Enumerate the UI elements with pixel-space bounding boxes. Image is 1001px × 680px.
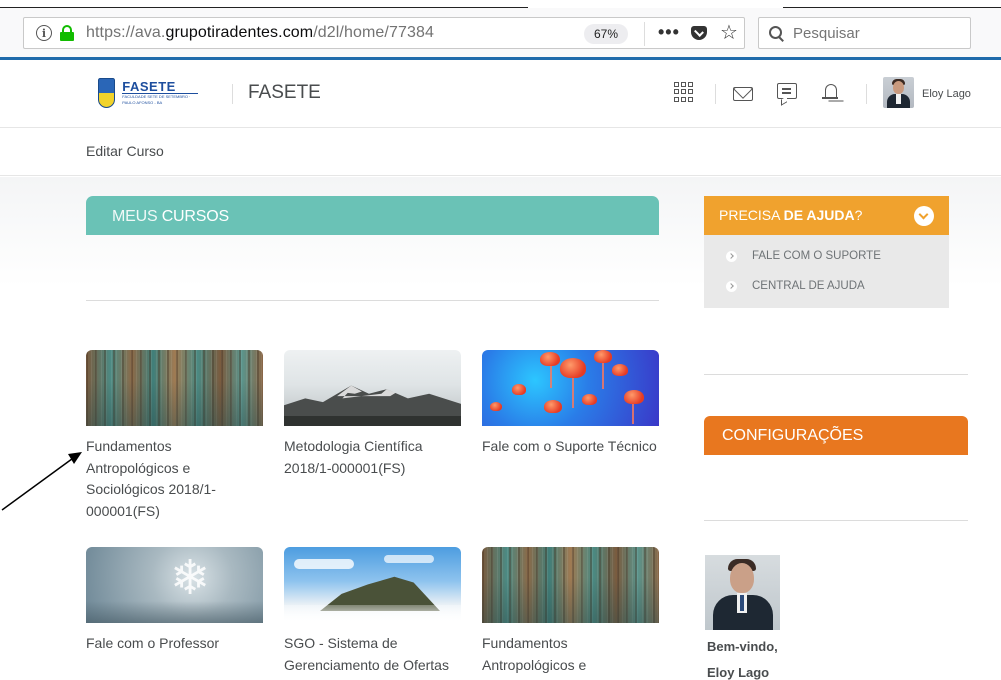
settings-widget-header[interactable]: CONFIGURAÇÕES (704, 416, 968, 455)
chevron-down-icon[interactable] (914, 206, 934, 226)
course-tile[interactable]: SGO - Sistema de Gerenciamento de Oferta… (284, 547, 461, 676)
logo-name: FASETE (122, 80, 198, 94)
help-link-support[interactable]: FALE COM O SUPORTE (726, 250, 881, 262)
toolbar-separator (644, 22, 645, 46)
chevron-right-icon (726, 250, 737, 262)
bookmark-star-icon[interactable]: ☆ (720, 20, 738, 45)
mail-icon[interactable] (733, 87, 753, 101)
welcome-text: Bem-vindo, Eloy Lago (707, 639, 778, 680)
course-title[interactable]: Fale com o Professor (86, 633, 263, 655)
lock-icon[interactable] (60, 25, 74, 41)
course-image[interactable] (284, 547, 461, 623)
course-title[interactable]: Fundamentos Antropológicos e Sociológico… (482, 633, 659, 680)
course-title[interactable]: Fale com o Suporte Técnico (482, 436, 659, 458)
fasete-logo[interactable]: FASETE FACULDADE SETE DE SETEMBRO · PAUL… (98, 77, 198, 109)
divider (704, 374, 968, 375)
search-icon (769, 26, 783, 40)
course-tile[interactable]: Metodologia Científica 2018/1-000001(FS) (284, 350, 461, 479)
chat-icon[interactable] (777, 83, 797, 99)
divider (704, 520, 968, 521)
avatar[interactable] (883, 77, 914, 108)
browser-toolbar: i https://ava.grupotiradentes.com/d2l/ho… (0, 8, 1001, 58)
user-menu-name[interactable]: Eloy Lago (922, 88, 971, 100)
profile-avatar[interactable] (705, 555, 780, 630)
course-title[interactable]: Metodologia Científica 2018/1-000001(FS) (284, 436, 461, 479)
zoom-indicator[interactable]: 67% (584, 24, 629, 44)
info-icon[interactable]: i (36, 25, 52, 41)
page-actions-icon[interactable]: ••• (658, 22, 680, 43)
course-image[interactable]: ❄ (86, 547, 263, 623)
bell-icon[interactable] (822, 82, 840, 102)
course-selector-grid-icon[interactable] (674, 82, 694, 102)
browser-search-box[interactable] (758, 17, 971, 49)
help-header[interactable]: PRECISA DE AJUDA? (704, 196, 949, 235)
org-name[interactable]: FASETE (248, 82, 321, 104)
address-bar[interactable]: i https://ava.grupotiradentes.com/d2l/ho… (23, 17, 745, 49)
course-title[interactable]: SGO - Sistema de Gerenciamento de Oferta… (284, 633, 461, 676)
search-input[interactable] (793, 24, 963, 42)
course-title[interactable]: Fundamentos Antropológicos e Sociológico… (86, 436, 263, 522)
pocket-icon[interactable] (691, 26, 707, 40)
annotation-arrow (1, 452, 82, 511)
course-image[interactable] (284, 350, 461, 426)
logo-subtitle: FACULDADE SETE DE SETEMBRO · PAULO AFONS… (122, 94, 191, 105)
shield-icon (98, 78, 116, 108)
course-image[interactable] (86, 350, 263, 426)
course-image[interactable] (482, 547, 659, 623)
help-link-center[interactable]: CENTRAL DE AJUDA (726, 280, 865, 292)
course-navbar: Editar Curso (0, 129, 1001, 176)
chevron-right-icon (726, 280, 737, 292)
help-widget: PRECISA DE AJUDA? FALE COM O SUPORTE CEN… (704, 196, 949, 308)
my-courses-widget: MEUS CURSOS (86, 196, 659, 235)
edit-course-link[interactable]: Editar Curso (86, 143, 164, 159)
course-tile[interactable]: Fundamentos Antropológicos e Sociológico… (86, 350, 263, 522)
course-tile[interactable]: ❄ Fale com o Professor (86, 547, 263, 655)
url-text[interactable]: https://ava.grupotiradentes.com/d2l/home… (86, 24, 434, 42)
my-courses-header: MEUS CURSOS (86, 196, 659, 235)
divider (86, 300, 659, 301)
site-header: FASETE FACULDADE SETE DE SETEMBRO · PAUL… (0, 60, 1001, 128)
course-tile[interactable]: Fale com o Suporte Técnico (482, 350, 659, 458)
course-tile[interactable]: Fundamentos Antropológicos e Sociológico… (482, 547, 659, 680)
course-image[interactable] (482, 350, 659, 426)
